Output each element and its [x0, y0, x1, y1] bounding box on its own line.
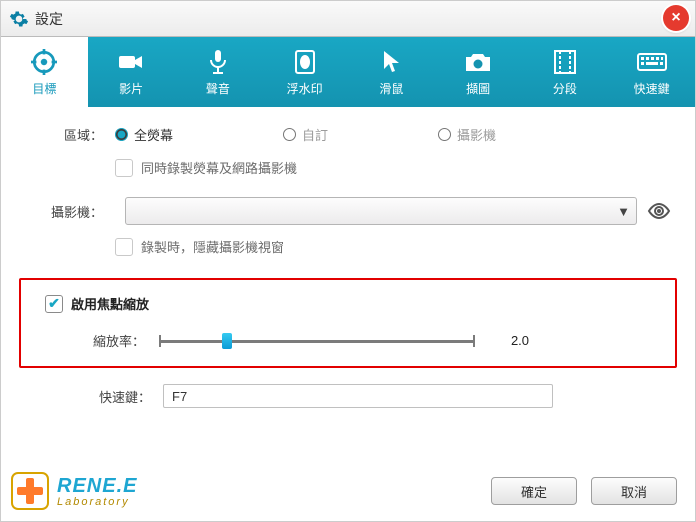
focus-zoom-section: ✔ 啟用焦點縮放 縮放率： 2.0 [19, 278, 677, 368]
tab-bar: 目標 影片 聲音 浮水印 滑鼠 擷圖 分段 快速鍵 [1, 37, 695, 107]
tab-label: 聲音 [206, 80, 230, 97]
radio-custom[interactable]: 自訂 [283, 125, 328, 144]
radio-camera-input[interactable] [438, 128, 451, 141]
slider-thumb[interactable] [222, 333, 232, 349]
zoom-slider[interactable] [159, 332, 475, 350]
tab-hotkey[interactable]: 快速鍵 [608, 37, 695, 107]
target-icon [31, 48, 57, 76]
hotkey-label: 快速鍵： [79, 387, 151, 406]
brand-logo: RENE.E Laboratory [9, 470, 137, 512]
logo-brand-text: RENE.E [57, 475, 137, 498]
tab-label: 分段 [553, 80, 577, 97]
settings-gear-icon [9, 9, 29, 29]
slider-track [159, 340, 475, 343]
camera-select[interactable]: ▼ [125, 197, 637, 225]
window-title: 設定 [35, 9, 63, 29]
keyboard-icon [637, 48, 667, 76]
radio-fullscreen-label: 全熒幕 [134, 125, 173, 144]
tab-label: 擷圖 [466, 80, 490, 97]
slider-tick-max [473, 335, 475, 347]
tab-mouse[interactable]: 滑鼠 [348, 37, 435, 107]
hide-camera-label: 錄製時，隱藏攝影機視窗 [141, 237, 284, 256]
zoom-rate-label: 縮放率： [93, 331, 145, 350]
radio-fullscreen-input[interactable] [115, 128, 128, 141]
hotkey-input[interactable] [163, 384, 553, 408]
cancel-button-label: 取消 [621, 482, 647, 501]
tab-segment[interactable]: 分段 [522, 37, 609, 107]
zoom-value: 2.0 [489, 333, 529, 348]
logo-sub-text: Laboratory [57, 496, 137, 508]
tab-label: 滑鼠 [379, 80, 403, 97]
footer: RENE.E Laboratory 確定 取消 [1, 461, 695, 521]
tab-video[interactable]: 影片 [88, 37, 175, 107]
tab-label: 浮水印 [287, 80, 323, 97]
camera-label: 攝影機： [25, 202, 103, 221]
tab-watermark[interactable]: 浮水印 [261, 37, 348, 107]
chevron-down-icon: ▼ [617, 204, 630, 219]
film-icon [553, 48, 577, 76]
logo-plus-icon [9, 470, 51, 512]
slider-tick-min [159, 335, 161, 347]
microphone-icon [207, 48, 229, 76]
radio-custom-input[interactable] [283, 128, 296, 141]
enable-focus-checkbox[interactable]: ✔ [45, 295, 63, 313]
tab-target[interactable]: 目標 [1, 37, 88, 107]
tab-label: 目標 [32, 80, 56, 97]
area-label: 區域： [25, 125, 103, 144]
close-icon: × [671, 9, 680, 27]
ok-button[interactable]: 確定 [491, 477, 577, 505]
radio-custom-label: 自訂 [302, 125, 328, 144]
tab-screenshot[interactable]: 擷圖 [435, 37, 522, 107]
preview-eye-icon[interactable] [647, 199, 671, 223]
enable-focus-label: 啟用焦點縮放 [71, 294, 149, 313]
radio-camera[interactable]: 攝影機 [438, 125, 496, 144]
camera-icon [464, 48, 492, 76]
close-button[interactable]: × [663, 5, 689, 31]
tab-label: 快速鍵 [634, 80, 670, 97]
video-icon [118, 48, 144, 76]
radio-fullscreen[interactable]: 全熒幕 [115, 125, 173, 144]
watermark-icon [293, 48, 317, 76]
title-bar: 設定 × [1, 1, 695, 37]
dual-record-label: 同時錄製熒幕及網路攝影機 [141, 158, 297, 177]
tab-label: 影片 [119, 80, 143, 97]
radio-camera-label: 攝影機 [457, 125, 496, 144]
main-panel: 區域： 全熒幕 自訂 攝影機 同時錄製熒幕及網路攝影機 攝影機： ▼ 錄製時，隱… [1, 107, 695, 416]
hide-camera-checkbox[interactable] [115, 238, 133, 256]
cancel-button[interactable]: 取消 [591, 477, 677, 505]
tab-audio[interactable]: 聲音 [175, 37, 262, 107]
dual-record-checkbox[interactable] [115, 159, 133, 177]
ok-button-label: 確定 [521, 482, 547, 501]
cursor-icon [381, 48, 401, 76]
